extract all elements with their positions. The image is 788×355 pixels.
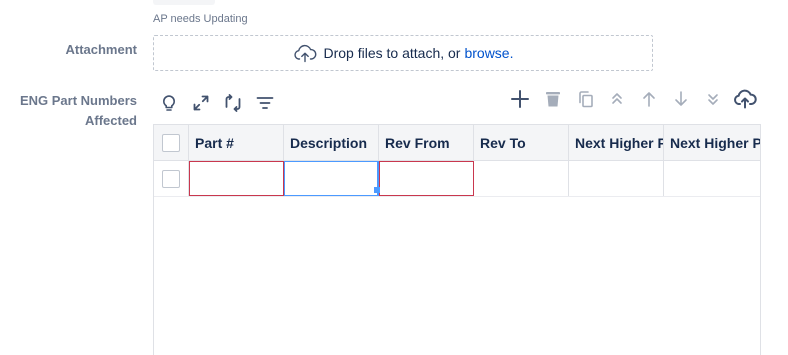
refresh-icon[interactable]	[223, 93, 243, 113]
column-header-rev-to[interactable]: Rev To	[474, 125, 569, 160]
filter-icon[interactable]	[255, 93, 275, 113]
add-icon[interactable]	[510, 89, 530, 109]
rev-from-cell[interactable]	[379, 161, 474, 196]
description-cell[interactable]	[284, 161, 379, 196]
column-header-rev-from[interactable]: Rev From	[379, 125, 474, 160]
rev-to-cell[interactable]	[474, 161, 569, 196]
browse-link[interactable]: browse.	[464, 45, 513, 61]
next-higher-cell-2[interactable]	[664, 161, 760, 196]
move-up-icon[interactable]	[639, 89, 659, 109]
dropzone-text: Drop files to attach, or	[323, 45, 461, 61]
trash-icon[interactable]	[543, 89, 563, 109]
attachment-dropzone[interactable]: Drop files to attach, or browse.	[153, 35, 653, 71]
eng-parts-table: Part # Description Rev From Rev To Next …	[153, 124, 761, 355]
move-bottom-icon[interactable]	[703, 89, 723, 109]
column-header-next-higher-2[interactable]: Next Higher P	[664, 125, 760, 160]
previous-field-input[interactable]	[153, 0, 215, 5]
expand-icon[interactable]	[191, 93, 211, 113]
upload-cloud-icon[interactable]	[733, 88, 757, 110]
next-higher-cell-1[interactable]	[569, 161, 664, 196]
row-select-cell	[154, 161, 189, 196]
select-all-cell	[154, 125, 189, 160]
copy-icon[interactable]	[576, 89, 596, 109]
attachment-label: Attachment	[65, 42, 137, 57]
fill-handle[interactable]	[374, 187, 380, 193]
part-number-cell[interactable]	[189, 161, 284, 196]
eng-part-numbers-label: ENG Part Numbers Affected	[19, 93, 137, 128]
move-top-icon[interactable]	[607, 89, 627, 109]
table-row	[154, 161, 760, 197]
row-checkbox[interactable]	[162, 169, 180, 188]
move-down-icon[interactable]	[671, 89, 691, 109]
previous-field-hint: AP needs Updating	[153, 13, 248, 25]
column-header-next-higher-1[interactable]: Next Higher P	[569, 125, 664, 160]
table-header-row: Part # Description Rev From Rev To Next …	[154, 125, 760, 161]
lightbulb-icon[interactable]	[159, 93, 179, 113]
select-all-checkbox[interactable]	[162, 133, 180, 152]
upload-cloud-icon	[293, 44, 316, 63]
column-header-description[interactable]: Description	[284, 125, 379, 160]
column-header-part-number[interactable]: Part #	[189, 125, 284, 160]
